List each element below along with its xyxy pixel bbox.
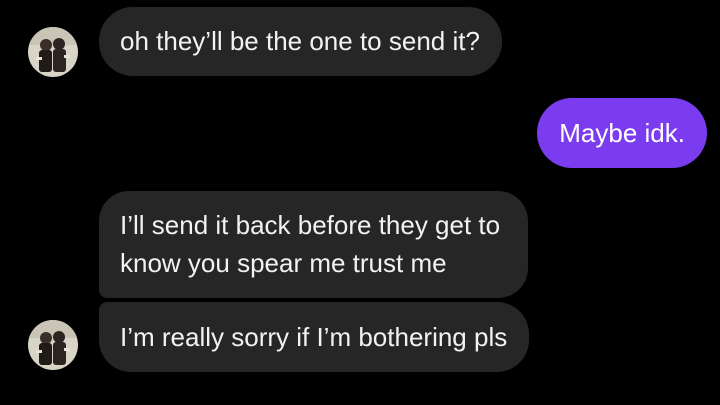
message-text-line: I’ll send it back before they get to [120, 210, 501, 240]
message-thread: oh they’ll be the one to send it? Maybe … [0, 0, 720, 405]
incoming-message[interactable]: oh they’ll be the one to send it? [99, 7, 502, 76]
message-text: oh they’ll be the one to send it? [120, 26, 480, 56]
message-text: Maybe idk. [559, 118, 685, 148]
incoming-message[interactable]: I’m really sorry if I’m bothering pls [99, 302, 530, 372]
avatar-photo-icon [28, 320, 78, 370]
message-text-line: know you spear me trust me [120, 248, 447, 278]
message-text: I’m really sorry if I’m bothering pls [120, 322, 508, 352]
contact-avatar[interactable] [28, 320, 78, 370]
contact-avatar[interactable] [28, 27, 78, 77]
incoming-message[interactable]: I’ll send it back before they get to kno… [99, 191, 529, 298]
avatar-photo-icon [28, 27, 78, 77]
outgoing-message[interactable]: Maybe idk. [537, 98, 707, 168]
